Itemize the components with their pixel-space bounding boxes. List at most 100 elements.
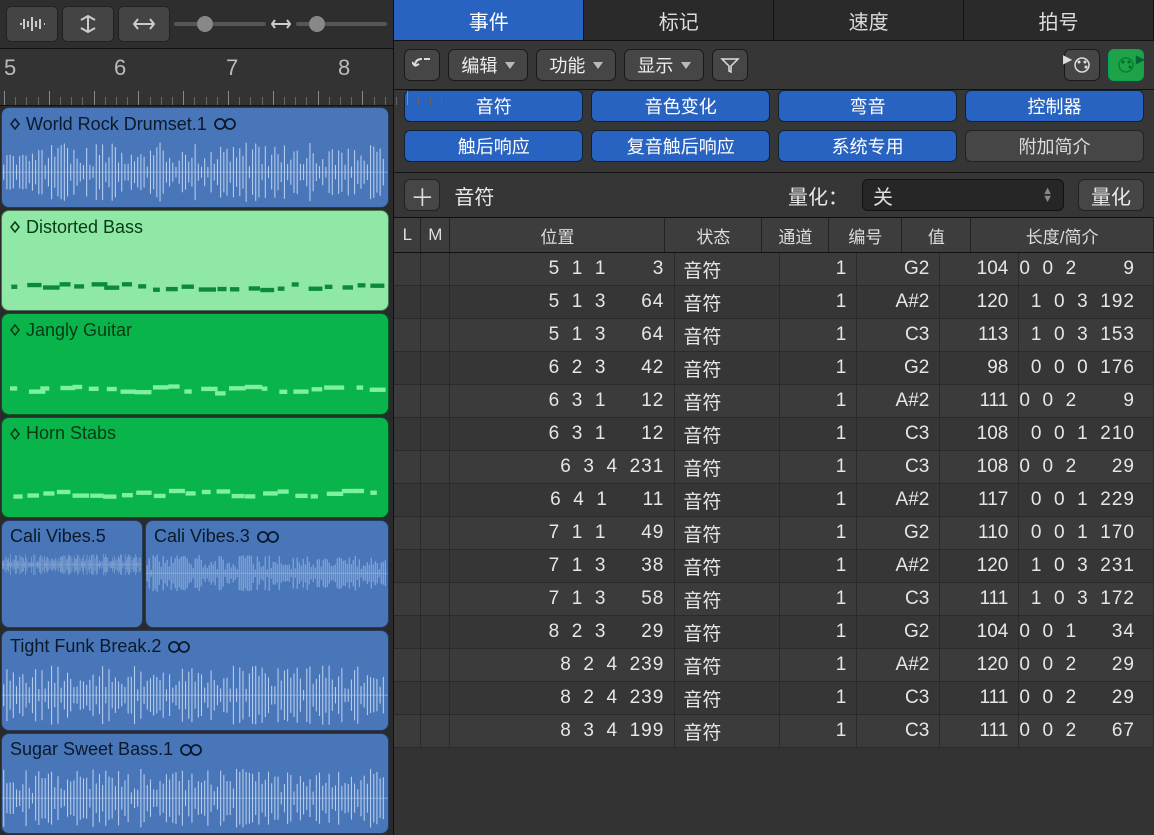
cell-status[interactable]: 音符 bbox=[675, 616, 780, 648]
cell-status[interactable]: 音符 bbox=[675, 682, 780, 714]
cell-position[interactable]: 7 1 3 58 bbox=[450, 583, 675, 615]
cell-number[interactable]: C3 bbox=[857, 319, 940, 351]
event-row[interactable]: 6 4 1 11音符1A#21170 0 1 229 bbox=[394, 484, 1154, 517]
cell-number[interactable]: A#2 bbox=[857, 484, 940, 516]
cell-length[interactable]: 0 0 1 170 bbox=[1019, 517, 1154, 549]
cell-m[interactable] bbox=[421, 715, 450, 747]
cell-m[interactable] bbox=[421, 583, 450, 615]
col-status[interactable]: 状态 bbox=[665, 218, 762, 252]
audio-region[interactable]: Cali Vibes.5 bbox=[1, 520, 143, 628]
cell-status[interactable]: 音符 bbox=[675, 418, 780, 450]
horizontal-zoom-button[interactable] bbox=[118, 6, 170, 42]
cell-number[interactable]: A#2 bbox=[857, 286, 940, 318]
cell-length[interactable]: 0 0 2 29 bbox=[1019, 682, 1154, 714]
event-row[interactable]: 8 2 4 239音符1C31110 0 2 29 bbox=[394, 682, 1154, 715]
cell-status[interactable]: 音符 bbox=[675, 253, 780, 285]
cell-m[interactable] bbox=[421, 616, 450, 648]
cell-status[interactable]: 音符 bbox=[675, 451, 780, 483]
cell-l[interactable] bbox=[394, 583, 421, 615]
cell-value[interactable]: 104 bbox=[940, 616, 1019, 648]
col-position[interactable]: 位置 bbox=[450, 218, 665, 252]
cell-position[interactable]: 7 1 1 49 bbox=[450, 517, 675, 549]
cell-status[interactable]: 音符 bbox=[675, 484, 780, 516]
col-length[interactable]: 长度/简介 bbox=[971, 218, 1154, 252]
cell-value[interactable]: 108 bbox=[940, 451, 1019, 483]
cell-position[interactable]: 6 4 1 11 bbox=[450, 484, 675, 516]
cell-channel[interactable]: 1 bbox=[780, 451, 857, 483]
event-row[interactable]: 5 1 1 3音符1G21040 0 2 9 bbox=[394, 253, 1154, 286]
back-button[interactable] bbox=[404, 49, 440, 81]
cell-channel[interactable]: 1 bbox=[780, 319, 857, 351]
cell-length[interactable]: 0 0 2 9 bbox=[1019, 385, 1154, 417]
cell-number[interactable]: C3 bbox=[857, 682, 940, 714]
tab-events[interactable]: 事件 bbox=[394, 0, 584, 40]
event-row[interactable]: 6 3 1 12音符1A#21110 0 2 9 bbox=[394, 385, 1154, 418]
function-menu[interactable]: 功能 bbox=[536, 49, 616, 81]
cell-channel[interactable]: 1 bbox=[780, 682, 857, 714]
filter-button[interactable] bbox=[712, 49, 748, 81]
cell-length[interactable]: 1 0 3 192 bbox=[1019, 286, 1154, 318]
filter-aftertouch[interactable]: 触后响应 bbox=[404, 130, 583, 162]
cell-position[interactable]: 7 1 3 38 bbox=[450, 550, 675, 582]
cell-channel[interactable]: 1 bbox=[780, 715, 857, 747]
cell-length[interactable]: 0 0 1 34 bbox=[1019, 616, 1154, 648]
palette-in-button[interactable]: ▶ bbox=[1108, 49, 1144, 81]
cell-m[interactable] bbox=[421, 517, 450, 549]
event-row[interactable]: 8 2 3 29音符1G21040 0 1 34 bbox=[394, 616, 1154, 649]
audio-region[interactable]: Cali Vibes.3 bbox=[145, 520, 389, 628]
cell-l[interactable] bbox=[394, 253, 421, 285]
midi-region[interactable]: Jangly Guitar bbox=[1, 313, 389, 414]
event-row[interactable]: 6 3 4 231音符1C31080 0 2 29 bbox=[394, 451, 1154, 484]
cell-status[interactable]: 音符 bbox=[675, 352, 780, 384]
cell-channel[interactable]: 1 bbox=[780, 583, 857, 615]
cell-l[interactable] bbox=[394, 517, 421, 549]
cell-value[interactable]: 98 bbox=[940, 352, 1019, 384]
cell-m[interactable] bbox=[421, 319, 450, 351]
event-row[interactable]: 8 2 4 239音符1A#21200 0 2 29 bbox=[394, 649, 1154, 682]
cell-value[interactable]: 117 bbox=[940, 484, 1019, 516]
event-row[interactable]: 5 1 3 64音符1C31131 0 3 153 bbox=[394, 319, 1154, 352]
midi-region[interactable]: Distorted Bass bbox=[1, 210, 389, 311]
cell-status[interactable]: 音符 bbox=[675, 286, 780, 318]
cell-number[interactable]: G2 bbox=[857, 517, 940, 549]
palette-out-button[interactable]: ▶ bbox=[1064, 49, 1100, 81]
event-table-body[interactable]: 5 1 1 3音符1G21040 0 2 95 1 3 64音符1A#21201… bbox=[394, 253, 1154, 835]
cell-value[interactable]: 111 bbox=[940, 682, 1019, 714]
cell-length[interactable]: 0 0 2 29 bbox=[1019, 451, 1154, 483]
cell-number[interactable]: C3 bbox=[857, 451, 940, 483]
cell-status[interactable]: 音符 bbox=[675, 550, 780, 582]
col-channel[interactable]: 通道 bbox=[762, 218, 829, 252]
cell-number[interactable]: A#2 bbox=[857, 550, 940, 582]
cell-status[interactable]: 音符 bbox=[675, 385, 780, 417]
event-row[interactable]: 8 3 4 199音符1C31110 0 2 67 bbox=[394, 715, 1154, 748]
filter-controller[interactable]: 控制器 bbox=[965, 90, 1144, 122]
cell-channel[interactable]: 1 bbox=[780, 286, 857, 318]
add-event-button[interactable]: ＋ bbox=[404, 179, 440, 211]
cell-number[interactable]: C3 bbox=[857, 418, 940, 450]
cell-number[interactable]: G2 bbox=[857, 253, 940, 285]
cell-position[interactable]: 8 2 4 239 bbox=[450, 682, 675, 714]
cell-number[interactable]: A#2 bbox=[857, 385, 940, 417]
cell-status[interactable]: 音符 bbox=[675, 319, 780, 351]
cell-value[interactable]: 111 bbox=[940, 715, 1019, 747]
cell-l[interactable] bbox=[394, 418, 421, 450]
cell-length[interactable]: 1 0 3 231 bbox=[1019, 550, 1154, 582]
cell-l[interactable] bbox=[394, 550, 421, 582]
waveform-tool-button[interactable] bbox=[6, 6, 58, 42]
cell-l[interactable] bbox=[394, 352, 421, 384]
cell-number[interactable]: G2 bbox=[857, 352, 940, 384]
cell-value[interactable]: 120 bbox=[940, 286, 1019, 318]
cell-position[interactable]: 5 1 3 64 bbox=[450, 319, 675, 351]
cell-number[interactable]: G2 bbox=[857, 616, 940, 648]
cell-position[interactable]: 6 3 4 231 bbox=[450, 451, 675, 483]
cell-value[interactable]: 111 bbox=[940, 385, 1019, 417]
cell-position[interactable]: 8 2 3 29 bbox=[450, 616, 675, 648]
cell-l[interactable] bbox=[394, 385, 421, 417]
cell-length[interactable]: 0 0 1 229 bbox=[1019, 484, 1154, 516]
timeline-ruler[interactable]: 5 6 7 8 bbox=[0, 49, 393, 106]
cell-status[interactable]: 音符 bbox=[675, 715, 780, 747]
cell-l[interactable] bbox=[394, 451, 421, 483]
audio-region[interactable]: World Rock Drumset.1 bbox=[1, 107, 389, 208]
cell-number[interactable]: A#2 bbox=[857, 649, 940, 681]
cell-channel[interactable]: 1 bbox=[780, 616, 857, 648]
